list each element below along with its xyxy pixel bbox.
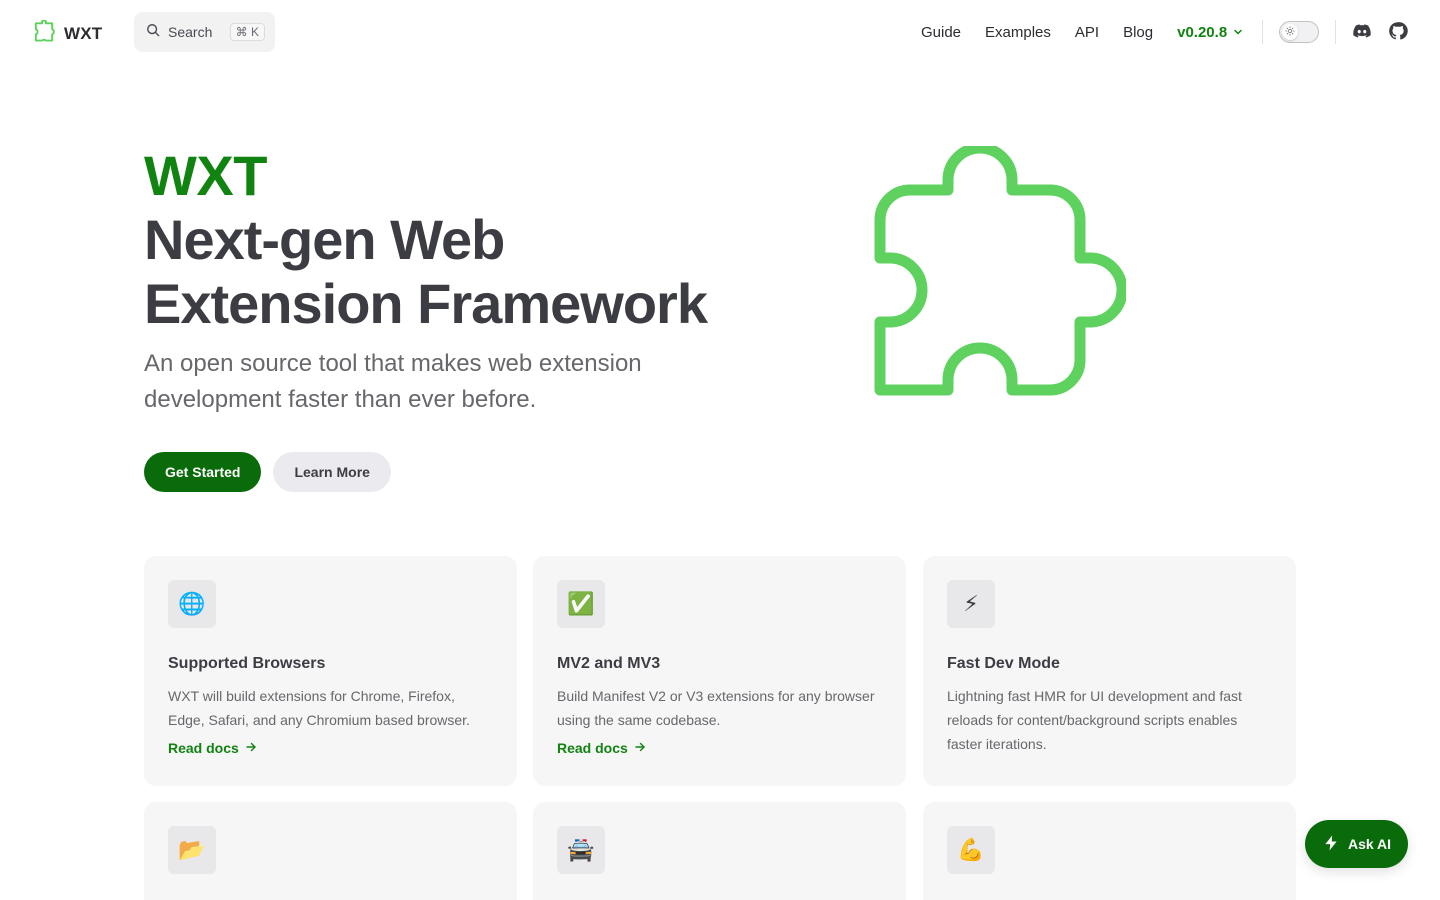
feature-card[interactable]: 🚔 bbox=[533, 802, 906, 900]
version-dropdown[interactable]: v0.20.8 bbox=[1177, 24, 1243, 41]
chevron-down-icon bbox=[1233, 24, 1243, 41]
feature-card[interactable]: 📂 bbox=[144, 802, 517, 900]
hero-name: WXT bbox=[144, 144, 267, 207]
feature-card[interactable]: 💪 bbox=[923, 802, 1296, 900]
theme-toggle[interactable] bbox=[1279, 21, 1319, 43]
discord-icon[interactable] bbox=[1352, 21, 1372, 46]
feature-title: Fast Dev Mode bbox=[947, 655, 1060, 672]
read-docs-link[interactable]: Read docs bbox=[557, 740, 882, 756]
learn-more-button[interactable]: Learn More bbox=[273, 452, 391, 492]
feature-title: MV2 and MV3 bbox=[557, 655, 661, 672]
police-car-icon: 🚔 bbox=[557, 826, 605, 874]
get-started-button[interactable]: Get Started bbox=[144, 452, 262, 492]
github-icon[interactable] bbox=[1388, 21, 1408, 46]
link-label: Read docs bbox=[168, 740, 239, 756]
link-label: Read docs bbox=[557, 740, 628, 756]
nav-link-blog[interactable]: Blog bbox=[1123, 24, 1153, 41]
feature-details: WXT will build extensions for Chrome, Fi… bbox=[168, 688, 470, 728]
top-navbar: WXT Search ⌘ K Guide Examples API Blog v… bbox=[0, 0, 1440, 64]
hero-headline: Next-gen Web Extension Framework bbox=[144, 208, 708, 335]
feature-card[interactable]: ⚡ Fast Dev Mode Lightning fast HMR for U… bbox=[923, 556, 1296, 786]
ask-ai-button[interactable]: Ask AI bbox=[1305, 820, 1408, 868]
globe-icon: 🌐 bbox=[168, 580, 216, 628]
nav-links: Guide Examples API Blog v0.20.8 bbox=[921, 0, 1243, 64]
nav-link-examples[interactable]: Examples bbox=[985, 24, 1051, 41]
feature-title: Supported Browsers bbox=[168, 655, 326, 672]
nav-link-guide[interactable]: Guide bbox=[921, 24, 961, 41]
puzzle-piece-icon bbox=[874, 142, 1128, 402]
feature-card[interactable]: 🌐 Supported Browsers WXT will build exte… bbox=[144, 556, 517, 786]
feature-details: Lightning fast HMR for UI development an… bbox=[947, 688, 1242, 752]
search-label: Search bbox=[168, 24, 213, 40]
check-mark-icon: ✅ bbox=[557, 580, 605, 628]
arrow-right-icon bbox=[634, 740, 646, 756]
feature-details: Build Manifest V2 or V3 extensions for a… bbox=[557, 688, 875, 728]
ask-ai-label: Ask AI bbox=[1347, 836, 1392, 852]
nav-link-api[interactable]: API bbox=[1075, 24, 1099, 41]
read-docs-link[interactable]: Read docs bbox=[168, 740, 493, 756]
flexed-biceps-icon: 💪 bbox=[947, 826, 995, 874]
hero-puzzle-image bbox=[874, 142, 1128, 403]
brand-title: WXT bbox=[64, 23, 103, 43]
lightning-icon: ⚡ bbox=[947, 580, 995, 628]
folder-icon: 📂 bbox=[168, 826, 216, 874]
nav-divider bbox=[1335, 20, 1336, 44]
sun-icon bbox=[1285, 23, 1295, 41]
search-icon bbox=[146, 23, 160, 42]
lightning-icon bbox=[1322, 834, 1340, 855]
feature-card[interactable]: ✅ MV2 and MV3 Build Manifest V2 or V3 ex… bbox=[533, 556, 906, 786]
search-shortcut: ⌘ K bbox=[229, 23, 265, 41]
puzzle-piece-icon bbox=[32, 18, 56, 49]
search-button[interactable]: Search ⌘ K bbox=[134, 12, 275, 52]
version-label: v0.20.8 bbox=[1177, 23, 1228, 41]
toggle-knob bbox=[1282, 24, 1298, 40]
brand-link[interactable]: WXT bbox=[32, 18, 102, 49]
arrow-right-icon bbox=[245, 740, 257, 756]
hero-tagline: An open source tool that makes web exten… bbox=[144, 350, 642, 413]
nav-divider bbox=[1262, 20, 1263, 44]
hero-actions: Get Started Learn More bbox=[144, 452, 391, 492]
